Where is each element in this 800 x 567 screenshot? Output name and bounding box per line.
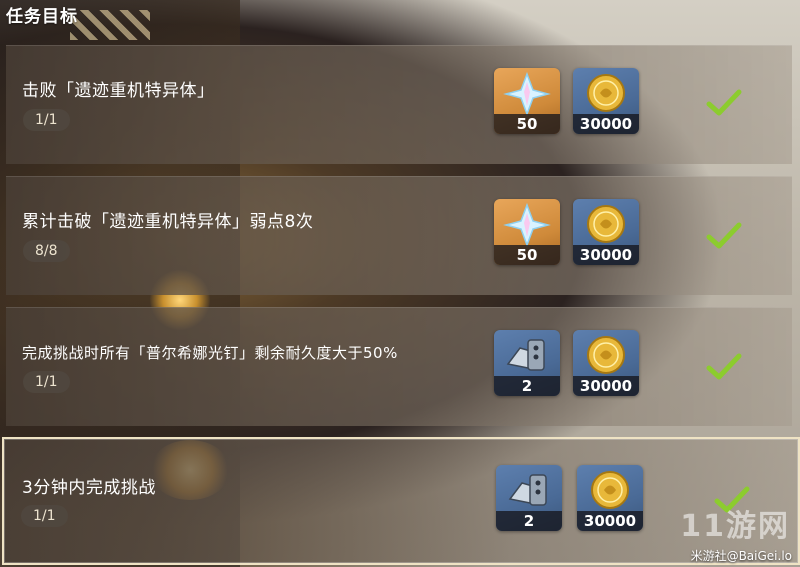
reward-count: 2: [496, 511, 562, 531]
objective-title: 击败「遗迹重机特异体」: [22, 81, 215, 101]
reward-count: 30000: [573, 114, 639, 134]
primogem-icon: [503, 71, 551, 116]
progress-badge: 1/1: [21, 505, 68, 527]
mora-icon: [587, 205, 625, 243]
mora-icon: [587, 74, 625, 112]
watermark-text: 米游社@BaiGei.lo: [690, 549, 792, 563]
objective-card[interactable]: 累计击破「遗迹重机特异体」弱点8次 8/8 50 30000: [6, 176, 792, 295]
reward-item[interactable]: 30000: [573, 199, 639, 265]
reward-count: 50: [494, 245, 560, 265]
objective-title: 完成挑战时所有「普尔希娜光钉」剩余耐久度大于50%: [22, 344, 398, 362]
reward-item[interactable]: 50: [494, 199, 560, 265]
crystal-ore-material-icon: [506, 339, 545, 371]
objective-card[interactable]: 击败「遗迹重机特异体」 1/1 50 30000: [6, 45, 792, 164]
reward-count: 2: [494, 376, 560, 396]
progress-badge: 1/1: [23, 109, 70, 131]
reward-count: 30000: [577, 511, 643, 531]
reward-count: 30000: [573, 376, 639, 396]
checkmark-icon: [706, 222, 742, 249]
reward-item[interactable]: 30000: [573, 68, 639, 134]
progress-badge: 1/1: [23, 371, 70, 393]
mora-icon: [587, 336, 625, 374]
reward-count: 30000: [573, 245, 639, 265]
background-hazard-stripes: [70, 10, 150, 40]
objective-title: 累计击破「遗迹重机特异体」弱点8次: [22, 212, 314, 232]
mora-icon: [591, 471, 629, 509]
reward-item[interactable]: 30000: [577, 465, 643, 531]
reward-item[interactable]: 2: [496, 465, 562, 531]
reward-count: 50: [494, 114, 560, 134]
reward-item[interactable]: 30000: [573, 330, 639, 396]
objective-title: 3分钟内完成挑战: [22, 478, 156, 498]
watermark-logo: 11游网: [680, 509, 790, 544]
objective-card[interactable]: 完成挑战时所有「普尔希娜光钉」剩余耐久度大于50% 1/1 2 30000: [6, 307, 792, 426]
section-title: 任务目标: [6, 7, 78, 27]
checkmark-icon: [706, 353, 742, 380]
crystal-ore-material-icon: [508, 474, 547, 506]
checkmark-icon: [706, 89, 742, 116]
reward-item[interactable]: 50: [494, 68, 560, 134]
primogem-icon: [503, 202, 551, 247]
progress-badge: 8/8: [23, 240, 70, 262]
reward-item[interactable]: 2: [494, 330, 560, 396]
